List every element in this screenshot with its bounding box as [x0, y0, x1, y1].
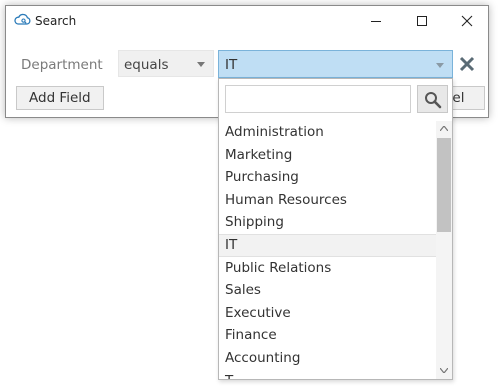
chevron-down-icon [197, 62, 205, 67]
add-field-button[interactable]: Add Field [16, 86, 104, 110]
field-label-department: Department [21, 57, 103, 73]
option-executive[interactable]: Executive [219, 302, 436, 325]
dropdown-search-button[interactable] [417, 85, 448, 113]
minimize-icon [371, 21, 381, 22]
magnifier-icon [424, 92, 441, 109]
dropdown-search-input[interactable] [225, 85, 411, 113]
scroll-thumb[interactable] [437, 138, 451, 232]
value-select[interactable]: IT [218, 50, 453, 78]
option-public-relations[interactable]: Public Relations [219, 257, 436, 280]
cloud-search-icon [14, 13, 32, 27]
value-select-value: IT [225, 57, 238, 73]
maximize-button[interactable] [410, 11, 434, 31]
value-dropdown-list: Administration Marketing Purchasing Huma… [218, 78, 453, 380]
chevron-down-icon [436, 63, 444, 68]
remove-criterion-icon[interactable] [458, 55, 476, 73]
option-finance[interactable]: Finance [219, 324, 436, 347]
window-title: Search [35, 14, 77, 28]
dropdown-options: Administration Marketing Purchasing Huma… [219, 121, 436, 379]
close-icon [461, 15, 473, 27]
option-sales[interactable]: Sales [219, 279, 436, 302]
option-it[interactable]: IT [219, 233, 436, 257]
dropdown-scrollbar[interactable] [436, 121, 452, 379]
close-button[interactable] [455, 11, 479, 31]
scroll-up-button[interactable] [436, 121, 452, 137]
chevron-up-icon [440, 126, 448, 131]
option-marketing[interactable]: Marketing [219, 144, 436, 167]
scroll-down-button[interactable] [436, 363, 452, 379]
option-purchasing[interactable]: Purchasing [219, 166, 436, 189]
title-bar[interactable]: Search [6, 6, 488, 36]
option-administration[interactable]: Administration [219, 121, 436, 144]
option-shipping[interactable]: Shipping [219, 211, 436, 234]
operator-select[interactable]: equals [118, 50, 214, 77]
maximize-icon [417, 16, 427, 26]
minimize-button[interactable] [364, 11, 388, 31]
chevron-down-icon [440, 368, 448, 373]
option-partial[interactable]: T [219, 370, 436, 379]
operator-value: equals [124, 57, 169, 73]
option-human-resources[interactable]: Human Resources [219, 189, 436, 212]
option-accounting[interactable]: Accounting [219, 347, 436, 370]
